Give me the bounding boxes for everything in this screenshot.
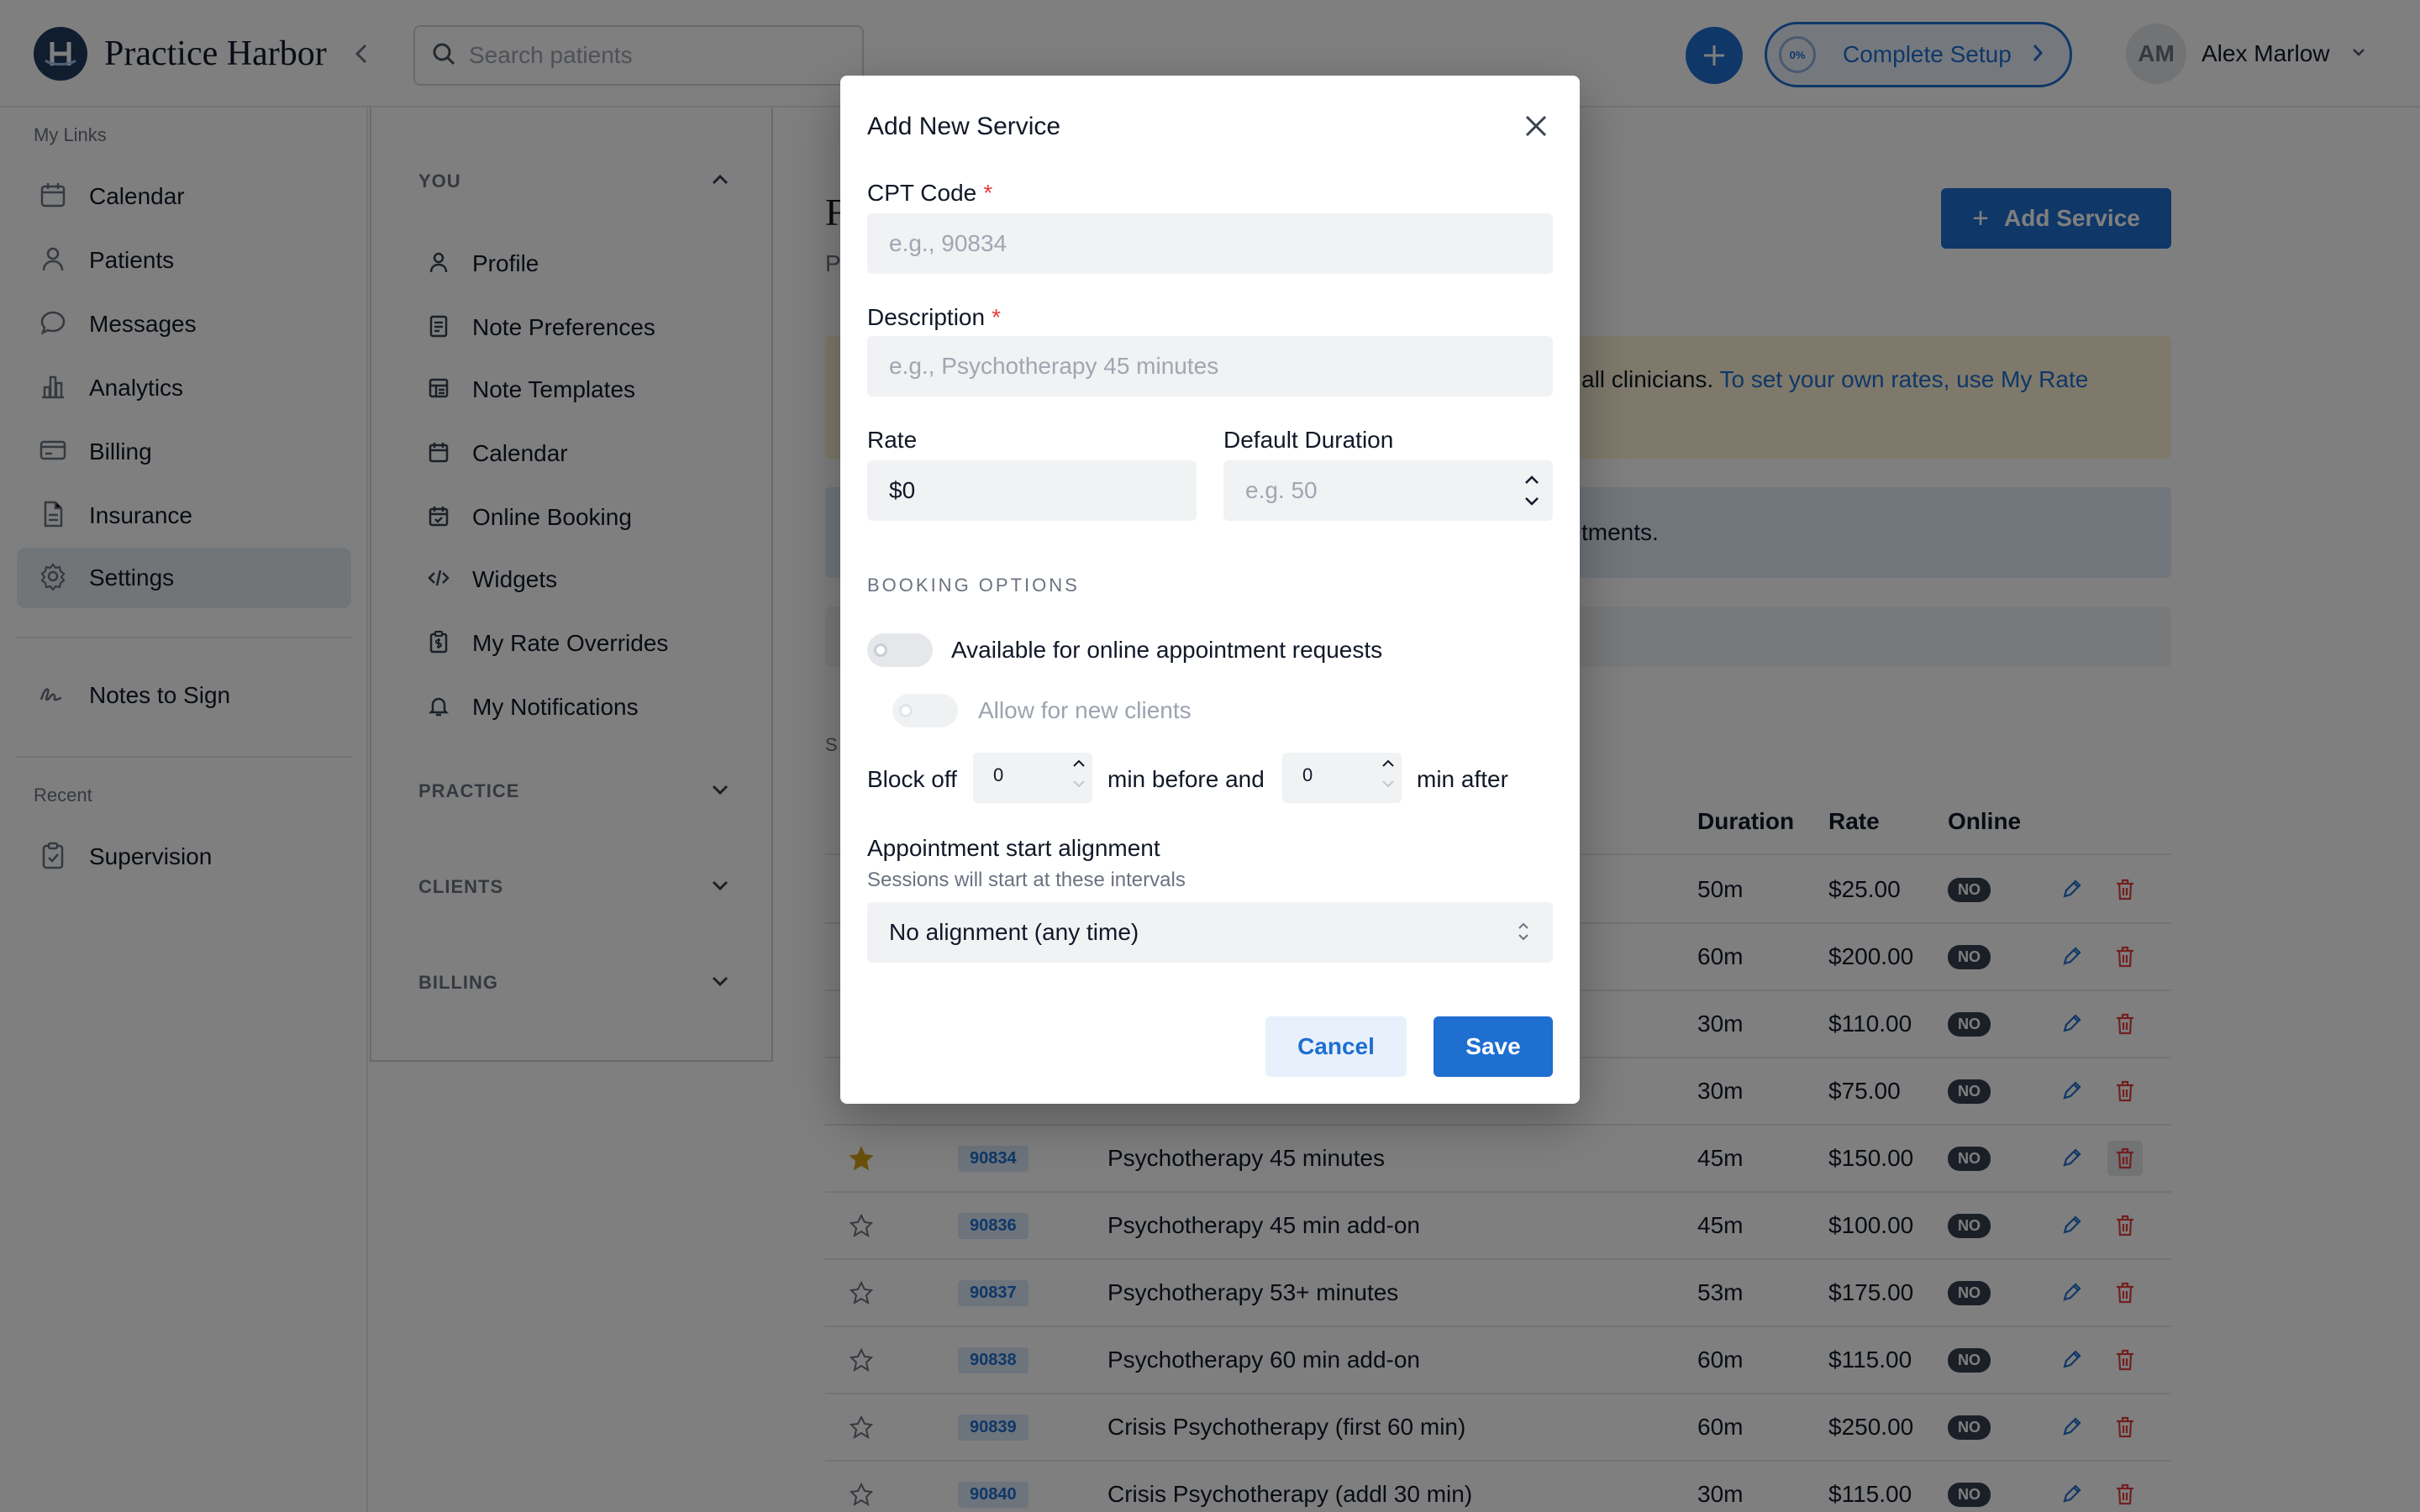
dialog-title: Add New Service [867,113,1061,140]
chevron-up-icon[interactable] [1381,759,1395,768]
duration-stepper[interactable] [1519,460,1544,521]
default-duration-input[interactable] [1223,460,1553,521]
chevron-down-icon[interactable] [1381,780,1395,788]
chevron-up-icon[interactable] [1072,759,1086,768]
online-requests-label: Available for online appointment request… [951,637,1383,663]
close-icon[interactable] [1518,108,1555,144]
required-mark: * [983,180,993,206]
min-after-label: min after [1417,766,1508,792]
toggle-knob [899,704,913,717]
default-duration-label: Default Duration [1223,427,1394,453]
chevron-up-icon[interactable] [1524,475,1539,485]
chevron-down-icon[interactable] [1072,780,1086,788]
rate-label: Rate [867,427,918,453]
description-label-text: Description [867,304,986,330]
alignment-label: Appointment start alignment [867,835,1160,861]
buffer-before-input-wrap [973,753,1092,803]
block-off-label: Block off [867,766,957,792]
app-root: Practice Harbor 0% Complete Setup AM Ale… [0,0,2420,1512]
booking-options-heading: BOOKING OPTIONS [867,575,1080,596]
alignment-value: No alignment (any time) [889,919,1139,945]
cpt-code-input[interactable] [867,213,1553,274]
add-service-dialog: Add New Service CPT Code* Description* R… [840,76,1580,1104]
description-label: Description * [867,304,1001,331]
save-button[interactable]: Save [1434,1016,1553,1077]
online-requests-toggle[interactable] [867,633,933,667]
cancel-button[interactable]: Cancel [1265,1016,1407,1077]
alignment-helper: Sessions will start at these intervals [867,869,1186,891]
toggle-knob [874,643,887,657]
buffer-before-stepper[interactable] [1072,759,1086,788]
buffer-before-input[interactable] [993,764,1060,786]
required-mark: * [992,304,1001,330]
description-input[interactable] [867,336,1553,396]
buffer-after-input-wrap [1282,753,1402,803]
cpt-code-label: CPT Code * [867,180,992,207]
cpt-code-label-text: CPT Code [867,180,977,206]
rate-input[interactable] [867,460,1197,521]
chevron-down-icon[interactable] [1524,496,1539,506]
min-before-label: min before and [1107,766,1265,792]
alignment-select[interactable]: No alignment (any time) [867,902,1553,963]
new-clients-toggle[interactable] [892,694,958,727]
buffer-after-input[interactable] [1302,764,1370,786]
buffer-after-stepper[interactable] [1381,759,1395,788]
select-caret-icon [1516,919,1531,950]
new-clients-label: Allow for new clients [978,697,1192,723]
